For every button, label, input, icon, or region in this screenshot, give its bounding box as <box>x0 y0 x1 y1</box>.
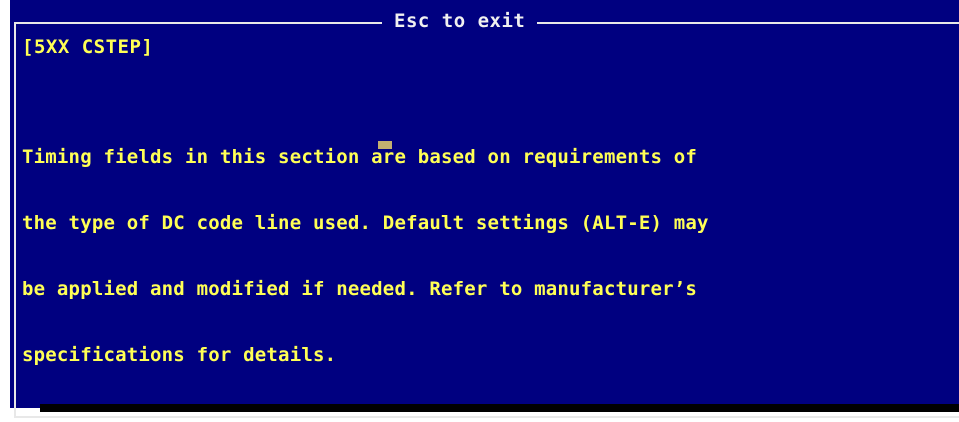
frame-left-border <box>14 22 16 418</box>
help-screen: Esc to exit [5XX CSTEP] Timing fields in… <box>0 0 959 422</box>
help-text-line: Timing fields in this section are based … <box>22 146 698 168</box>
frame-bottom-border <box>14 416 959 418</box>
text-cursor <box>378 141 392 149</box>
help-text-line: the type of DC code line used. Default s… <box>22 212 709 234</box>
help-text-line: be applied and modified if needed. Refer… <box>22 278 698 300</box>
exit-hint-title[interactable]: Esc to exit <box>382 10 538 32</box>
panel-shadow <box>40 404 959 412</box>
section-header: [5XX CSTEP] <box>22 36 154 58</box>
help-text-line: specifications for details. <box>22 344 337 366</box>
help-text: Timing fields in this section are based … <box>22 102 952 410</box>
